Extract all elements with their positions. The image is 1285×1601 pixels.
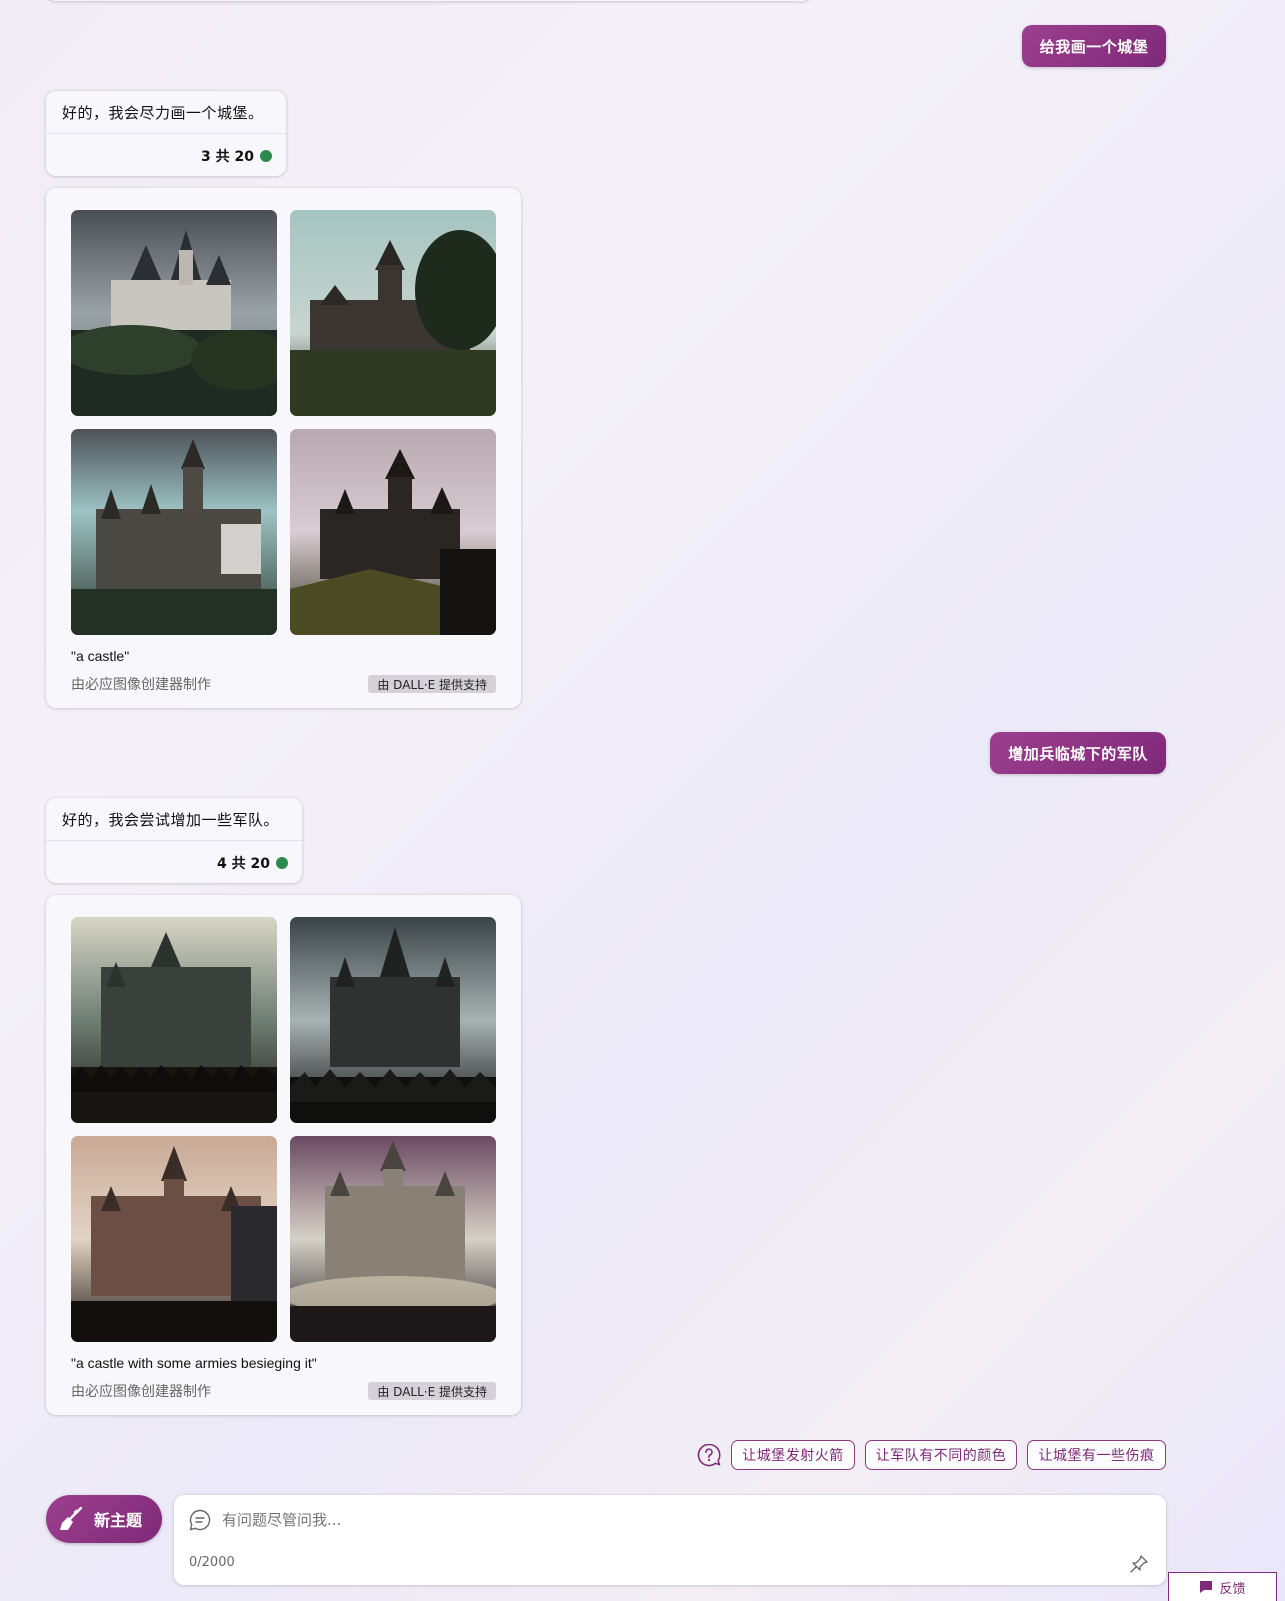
user-message-text: 增加兵临城下的军队 bbox=[1008, 744, 1148, 763]
generated-image[interactable] bbox=[71, 917, 277, 1123]
divider bbox=[46, 133, 286, 134]
turn-counter-text: 3 共 20 bbox=[201, 149, 254, 165]
castle-army-image bbox=[71, 917, 277, 1123]
previous-message-card bbox=[46, 0, 812, 1]
castle-image bbox=[290, 210, 496, 416]
image-caption: "a castle" bbox=[71, 648, 130, 664]
castle-army-image bbox=[71, 1136, 277, 1342]
user-message: 给我画一个城堡 bbox=[1022, 25, 1166, 67]
generated-image[interactable] bbox=[290, 1136, 496, 1342]
generated-image[interactable] bbox=[290, 429, 496, 635]
status-dot-icon bbox=[276, 857, 288, 869]
made-by-label[interactable]: 由必应图像创建器制作 bbox=[71, 674, 211, 694]
chat-bubble-icon bbox=[189, 1509, 211, 1531]
image-caption: "a castle with some armies besieging it" bbox=[71, 1355, 317, 1371]
suggestion-chip[interactable]: 让城堡有一些伤痕 bbox=[1027, 1440, 1166, 1470]
new-topic-button[interactable]: 新主题 bbox=[46, 1495, 162, 1543]
generated-image[interactable] bbox=[71, 210, 277, 416]
char-count: 0/2000 bbox=[189, 1555, 235, 1570]
question-circle-icon bbox=[697, 1443, 721, 1467]
feedback-icon bbox=[1199, 1580, 1213, 1594]
image-result-card: "a castle" 由必应图像创建器制作 由 DALL·E 提供支持 bbox=[46, 188, 521, 708]
broom-icon bbox=[58, 1506, 84, 1532]
turn-counter: 3 共 20 bbox=[201, 146, 272, 166]
dalle-badge: 由 DALL·E 提供支持 bbox=[368, 675, 496, 693]
status-dot-icon bbox=[260, 150, 272, 162]
castle-image bbox=[71, 210, 277, 416]
generated-image[interactable] bbox=[290, 210, 496, 416]
generated-image[interactable] bbox=[290, 917, 496, 1123]
turn-counter-text: 4 共 20 bbox=[217, 856, 270, 872]
generated-image[interactable] bbox=[71, 429, 277, 635]
bot-message: 好的，我会尽力画一个城堡。 3 共 20 bbox=[46, 91, 286, 176]
chat-input-box[interactable]: 0/2000 bbox=[174, 1495, 1166, 1585]
castle-image bbox=[71, 429, 277, 635]
suggestion-chip[interactable]: 让城堡发射火箭 bbox=[731, 1440, 855, 1470]
castle-image bbox=[290, 429, 496, 635]
user-message-text: 给我画一个城堡 bbox=[1039, 37, 1149, 56]
bot-message: 好的，我会尝试增加一些军队。 4 共 20 bbox=[46, 798, 302, 883]
new-topic-label: 新主题 bbox=[94, 1511, 143, 1530]
castle-army-image bbox=[290, 917, 496, 1123]
feedback-label: 反馈 bbox=[1219, 1581, 1246, 1597]
bot-message-text: 好的，我会尽力画一个城堡。 bbox=[62, 104, 264, 122]
chat-input[interactable] bbox=[222, 1506, 1122, 1534]
pin-icon[interactable] bbox=[1129, 1554, 1149, 1574]
turn-counter: 4 共 20 bbox=[217, 853, 288, 873]
dalle-badge: 由 DALL·E 提供支持 bbox=[368, 1382, 496, 1400]
image-result-card: "a castle with some armies besieging it"… bbox=[46, 895, 521, 1415]
feedback-button[interactable]: 反馈 bbox=[1168, 1572, 1277, 1601]
suggestion-chip[interactable]: 让军队有不同的颜色 bbox=[865, 1440, 1017, 1470]
bot-message-text: 好的，我会尝试增加一些军队。 bbox=[62, 811, 280, 829]
made-by-label[interactable]: 由必应图像创建器制作 bbox=[71, 1381, 211, 1401]
generated-image[interactable] bbox=[71, 1136, 277, 1342]
user-message: 增加兵临城下的军队 bbox=[990, 732, 1166, 774]
castle-army-image bbox=[290, 1136, 496, 1342]
divider bbox=[46, 840, 302, 841]
